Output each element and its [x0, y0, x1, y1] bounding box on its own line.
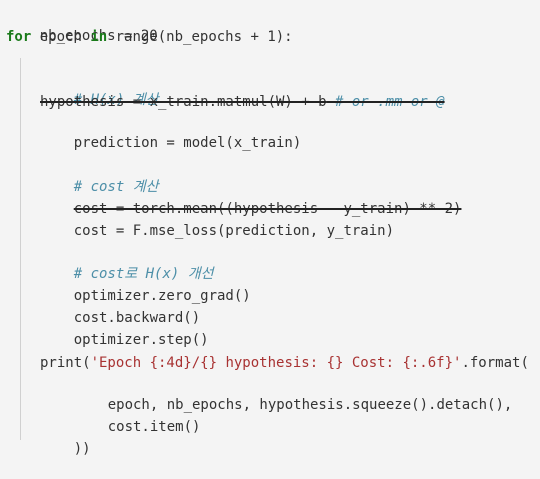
in-keyword: in	[90, 29, 108, 45]
code-editor: nb_epochs = 20 for epoch in range(nb_epo…	[0, 0, 540, 457]
code-line-cost-struck: cost = torch.mean((hypothesis - y_train)…	[0, 179, 540, 217]
code-line-zero-grad: optimizer.zero_grad()	[0, 266, 540, 304]
prediction-line: prediction = model(x_train)	[73, 135, 302, 151]
for-range: range(nb_epochs + 1):	[107, 29, 293, 45]
code-line-close: ))	[0, 419, 540, 457]
print-format-string: 'Epoch {:4d}/{} hypothesis: {} Cost: {:.…	[90, 355, 462, 371]
code-line-comment-hx: # H(x) 계산	[0, 70, 540, 108]
step-line: optimizer.step()	[73, 332, 209, 348]
code-line-prediction: prediction = model(x_train)	[0, 113, 540, 151]
code-line-comment-improve: # cost로 H(x) 개선	[0, 244, 540, 282]
code-line-args-2: cost.item()	[0, 397, 540, 435]
code-line-cost: cost = F.mse_loss(prediction, y_train)	[0, 201, 540, 239]
closing-parens: ))	[73, 441, 91, 457]
code-line-print: print('Epoch {:4d}/{} hypothesis: {} Cos…	[0, 353, 540, 373]
hypothesis-comment: # or .mm or @	[326, 94, 445, 110]
code-line-comment-cost: # cost 계산	[0, 157, 540, 195]
for-var: epoch	[31, 29, 91, 45]
code-line-2: for epoch in range(nb_epochs + 1):	[0, 27, 540, 47]
for-keyword: for	[6, 29, 32, 45]
code-line-args-1: epoch, nb_epochs, hypothesis.squeeze().d…	[0, 375, 540, 413]
code-line-step: optimizer.step()	[0, 310, 540, 348]
cost-line: cost = F.mse_loss(prediction, y_train)	[73, 223, 395, 239]
code-line-hypothesis: hypothesis = x_train.matmul(W) + b # or …	[0, 92, 540, 112]
print-format-call: .format(	[461, 355, 529, 371]
code-line-1: nb_epochs = 20	[0, 6, 540, 44]
code-line-backward: cost.backward()	[0, 288, 540, 326]
print-call: print(	[40, 355, 91, 371]
hypothesis-struck: hypothesis = x_train.matmul(W) + b	[40, 94, 327, 110]
